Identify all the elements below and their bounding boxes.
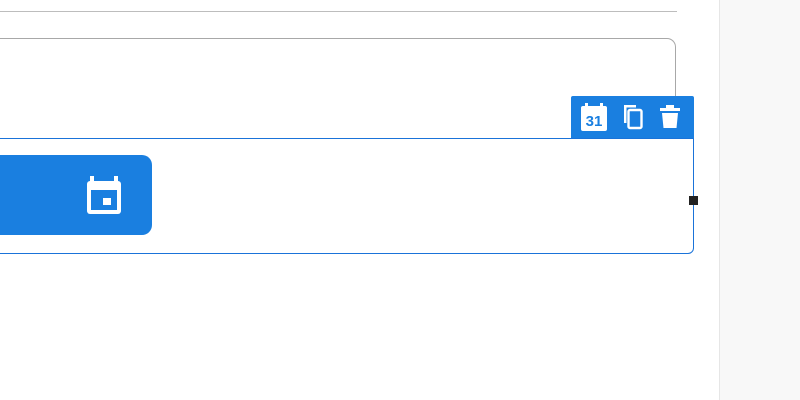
copy-icon: [624, 105, 643, 130]
calendar-icon: [87, 176, 121, 214]
trash-icon: [660, 105, 680, 128]
date-tool-button[interactable]: 31: [581, 102, 607, 132]
block-toolbar: 31: [571, 96, 694, 138]
divider: [0, 11, 677, 12]
delete-button[interactable]: [657, 102, 683, 132]
right-panel: [719, 0, 800, 400]
editor-canvas: 31: [0, 0, 719, 400]
calendar-day-label: 31: [586, 113, 603, 130]
duplicate-button[interactable]: [619, 102, 645, 132]
resize-handle[interactable]: [689, 196, 698, 205]
date-picker-button[interactable]: [0, 155, 152, 235]
calendar-31-icon: 31: [581, 103, 607, 131]
